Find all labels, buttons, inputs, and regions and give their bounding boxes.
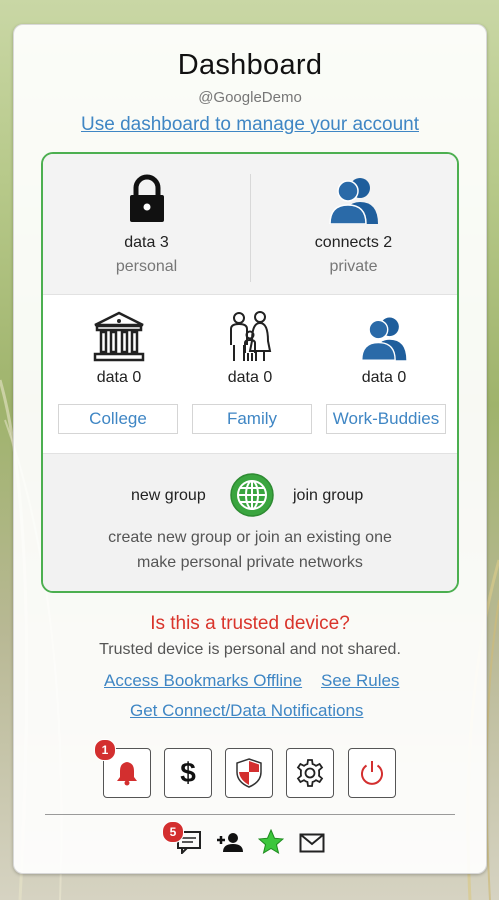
group-college: data 0 xyxy=(58,311,180,387)
group-description-line1: create new group or join an existing one xyxy=(108,529,392,546)
stat-personal[interactable]: data 3 personal xyxy=(43,174,250,276)
stat-personal-sub: personal xyxy=(115,258,178,275)
people-icon xyxy=(361,317,407,361)
settings-button[interactable] xyxy=(286,748,334,798)
add-person-icon[interactable] xyxy=(216,832,244,852)
group-college-count: data 0 xyxy=(96,369,142,386)
dashboard-card: Dashboard @GoogleDemo Use dashboard to m… xyxy=(13,24,487,874)
group-work-buddies-count: data 0 xyxy=(361,369,407,386)
stat-private-sub: private xyxy=(329,258,378,275)
stats-row: data 3 personal connects 2 private xyxy=(43,154,457,295)
group-work-buddies: data 0 xyxy=(323,311,445,387)
globe-icon[interactable] xyxy=(229,472,275,518)
stat-personal-label: data 3 xyxy=(124,234,169,251)
see-rules-link[interactable]: See Rules xyxy=(321,671,399,691)
stat-private-label: connects 2 xyxy=(314,234,393,251)
mail-icon[interactable] xyxy=(299,833,325,853)
institution-icon xyxy=(93,311,145,362)
logout-button[interactable] xyxy=(348,748,396,798)
access-bookmarks-offline-link[interactable]: Access Bookmarks Offline xyxy=(104,671,302,691)
dollar-icon: $ xyxy=(180,757,196,788)
lock-icon xyxy=(129,174,164,222)
payments-button[interactable]: $ xyxy=(164,748,212,798)
new-group-link[interactable]: new group xyxy=(131,487,206,505)
manage-account-link[interactable]: Use dashboard to manage your account xyxy=(14,114,486,136)
power-icon xyxy=(361,761,383,785)
group-family: data 0 xyxy=(189,311,311,387)
star-icon[interactable] xyxy=(258,829,284,855)
shield-icon xyxy=(236,758,262,788)
security-button[interactable] xyxy=(225,748,273,798)
trusted-device-text: Trusted device is personal and not share… xyxy=(99,641,401,658)
groups-row: data 0 data 0 data 0 College Family Work… xyxy=(43,295,457,454)
group-actions-row: new group join group create new group or… xyxy=(43,454,457,591)
connect-data-notifications-link[interactable]: Get Connect/Data Notifications xyxy=(130,701,363,721)
messages-badge: 5 xyxy=(162,821,184,843)
notifications-badge: 1 xyxy=(94,739,116,761)
bell-icon xyxy=(117,762,137,786)
account-handle: @GoogleDemo xyxy=(198,89,302,106)
group-family-count: data 0 xyxy=(227,369,273,386)
people-icon xyxy=(328,178,378,224)
bottom-divider xyxy=(45,814,455,815)
join-group-link[interactable]: join group xyxy=(293,487,363,505)
stat-private[interactable]: connects 2 private xyxy=(250,174,457,276)
trusted-device-question[interactable]: Is this a trusted device? xyxy=(14,613,486,635)
group-college-button[interactable]: College xyxy=(58,404,178,434)
gear-icon xyxy=(296,759,324,787)
groups-panel: data 3 personal connects 2 private data … xyxy=(41,152,459,593)
group-work-buddies-button[interactable]: Work-Buddies xyxy=(326,404,446,434)
family-icon xyxy=(230,311,272,361)
page-title: Dashboard xyxy=(177,49,323,81)
group-description-line2: make personal private networks xyxy=(137,554,363,571)
group-family-button[interactable]: Family xyxy=(192,404,312,434)
